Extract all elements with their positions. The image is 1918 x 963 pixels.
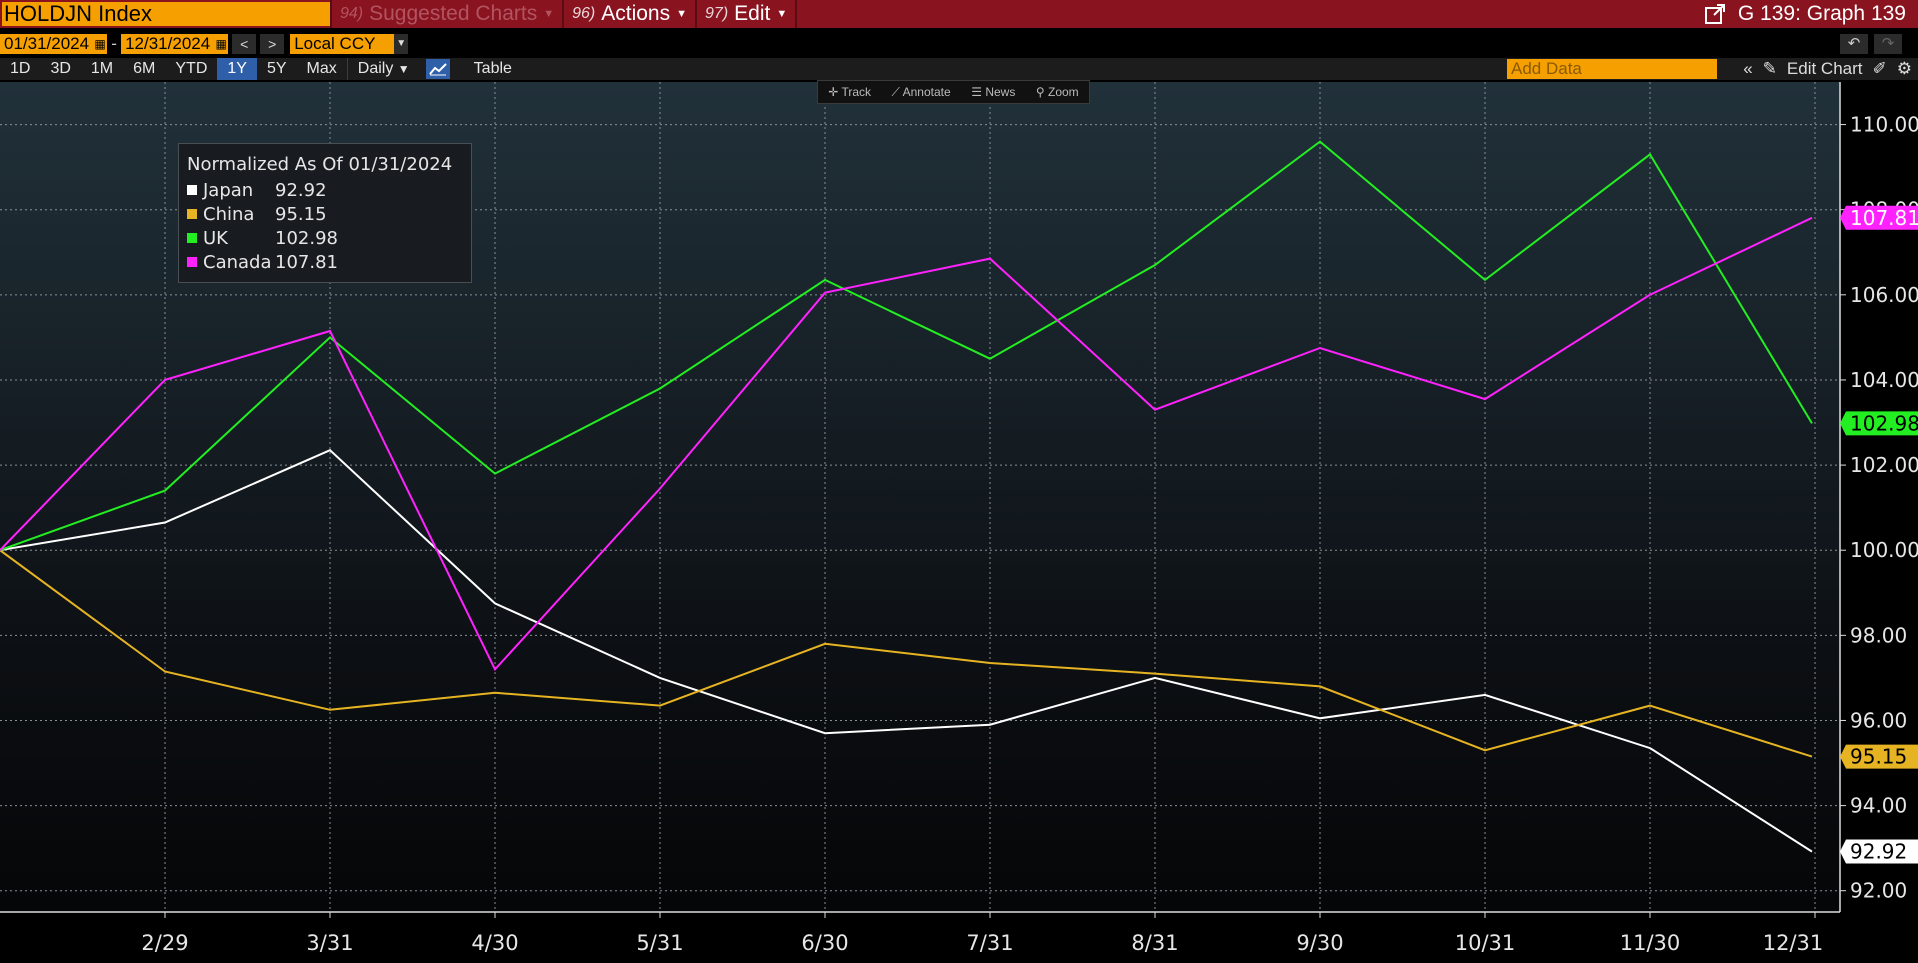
zoom-button[interactable]: ⚲ Zoom xyxy=(1036,85,1079,99)
x-tick-label: 7/31 xyxy=(966,931,1013,955)
y-tick-label: 102.00 xyxy=(1850,453,1918,477)
value-tag-text: 107.81 xyxy=(1850,206,1918,230)
legend-row: UK 102.98 xyxy=(187,226,471,250)
legend-value: 102.98 xyxy=(275,227,338,249)
legend-name: China xyxy=(203,203,255,225)
legend-row: Canada 107.81 xyxy=(187,250,471,274)
x-tick-label: 10/31 xyxy=(1455,931,1516,955)
x-tick-label: 8/31 xyxy=(1131,931,1178,955)
magnifier-icon: ⚲ xyxy=(1035,85,1045,99)
annotate-button[interactable]: ⟋ Annotate xyxy=(892,85,951,100)
y-tick-label: 94.00 xyxy=(1850,794,1907,818)
y-tick-label: 100.00 xyxy=(1850,538,1918,562)
value-tag-text: 92.92 xyxy=(1850,840,1907,864)
x-tick-label: 11/30 xyxy=(1620,931,1681,955)
legend-name: UK xyxy=(203,227,228,249)
legend-value: 95.15 xyxy=(275,203,327,225)
last-value-label-uk: 102.98 xyxy=(1840,411,1918,436)
last-value-label-canada: 107.81 xyxy=(1840,205,1918,230)
x-tick-label: 2/29 xyxy=(141,931,188,955)
annotate-label: Annotate xyxy=(902,84,951,99)
y-tick-label: 104.00 xyxy=(1850,368,1918,392)
value-tag-text: 95.15 xyxy=(1850,745,1907,769)
series-line-japan xyxy=(0,449,1813,853)
news-label: News xyxy=(985,85,1016,99)
value-tag-text: 102.98 xyxy=(1850,411,1918,435)
legend-name: Canada xyxy=(203,251,272,273)
legend-title: Normalized As Of 01/31/2024 xyxy=(187,154,453,175)
legend-value: 92.92 xyxy=(275,179,327,201)
legend-row: China 95.15 xyxy=(187,202,471,226)
legend-name: Japan xyxy=(203,179,254,201)
last-value-label-china: 95.15 xyxy=(1840,744,1918,769)
series-line-canada xyxy=(0,216,1813,672)
y-tick-label: 92.00 xyxy=(1850,879,1907,903)
chart-toolbar: ✛ Track ⟋ Annotate ☰ News ⚲ Zoom xyxy=(817,80,1090,104)
legend-rows: Japan 92.92 China 95.15 UK 102.98 Canada 107.81 xyxy=(187,178,471,274)
legend-swatch xyxy=(187,185,197,195)
x-tick-label: 12/31 xyxy=(1763,931,1824,955)
y-tick-label: 96.00 xyxy=(1850,708,1907,732)
x-tick-label: 3/31 xyxy=(306,931,353,955)
track-label: Track xyxy=(841,85,872,99)
y-tick-label: 110.00 xyxy=(1850,113,1918,137)
y-tick-label: 106.00 xyxy=(1850,283,1918,307)
x-tick-label: 6/30 xyxy=(801,931,848,955)
x-tick-label: 4/30 xyxy=(471,931,518,955)
legend-row: Japan 92.92 xyxy=(187,178,471,202)
legend-value: 107.81 xyxy=(275,251,338,273)
x-tick-label: 9/30 xyxy=(1296,931,1343,955)
legend-swatch xyxy=(187,233,197,243)
x-tick-label: 5/31 xyxy=(636,931,683,955)
zoom-label: Zoom xyxy=(1048,85,1079,99)
legend-swatch xyxy=(187,209,197,219)
pen-icon: ⟋ xyxy=(891,84,900,99)
y-tick-label: 98.00 xyxy=(1850,623,1907,647)
news-icon: ☰ xyxy=(971,85,982,99)
last-value-label-japan: 92.92 xyxy=(1840,839,1918,864)
series-line-china xyxy=(0,549,1813,758)
crosshair-icon: ✛ xyxy=(828,85,839,99)
legend-swatch xyxy=(187,257,197,267)
news-button[interactable]: ☰ News xyxy=(971,85,1015,99)
track-button[interactable]: ✛ Track xyxy=(828,85,871,99)
legend[interactable]: Normalized As Of 01/31/2024 Japan 92.92 Ch… xyxy=(178,143,472,283)
